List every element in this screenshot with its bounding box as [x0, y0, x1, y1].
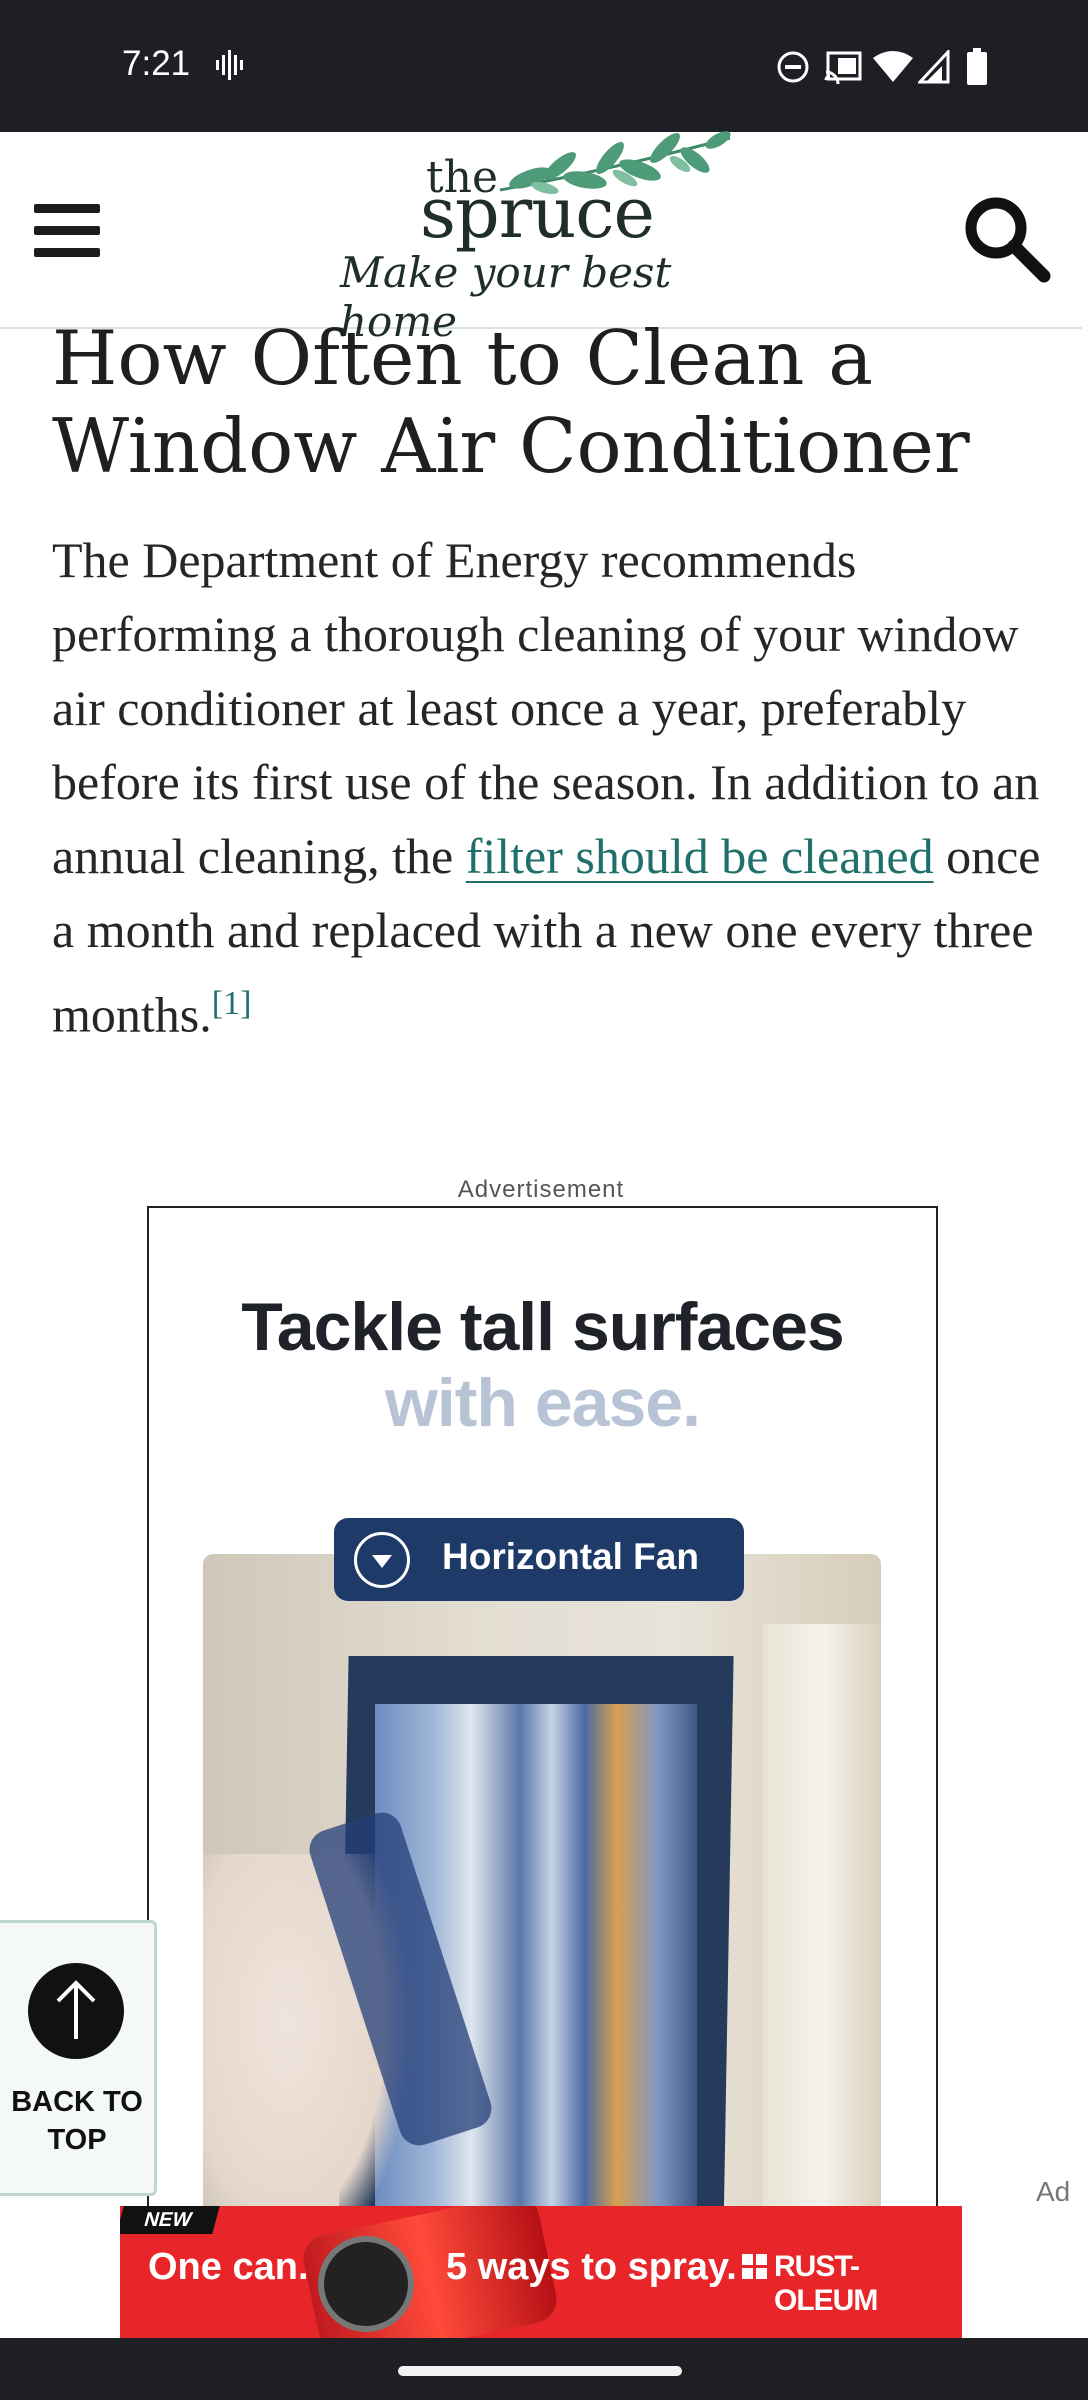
arrow-up-icon [28, 1963, 124, 2059]
ad-pill-label: Horizontal Fan [442, 1536, 699, 1577]
filter-cleaning-link[interactable]: filter should be cleaned [466, 828, 934, 884]
banner-new-badge: NEW [120, 2206, 220, 2234]
footnote-link[interactable]: [1] [212, 985, 252, 1022]
status-bar: 7:21 [0, 0, 1088, 132]
spray-nozzle-image [318, 2236, 414, 2332]
battery-icon [967, 48, 987, 85]
advertisement-frame[interactable]: Tackle tall surfaces with ease. Horizont… [147, 1206, 938, 2250]
ad-product-image [203, 1554, 881, 2248]
article-paragraph: The Department of Energy recommends perf… [52, 523, 1062, 1052]
status-time: 7:21 [122, 44, 191, 83]
voice-activity-icon [216, 50, 243, 80]
banner-brand-logo: RUST-OLEUM [774, 2250, 878, 2317]
brand-grid-icon [742, 2254, 772, 2282]
ad-choice-label[interactable]: Ad [1036, 2176, 1070, 2208]
back-to-top-label: BACK TO TOP [11, 2086, 143, 2156]
back-to-top-button[interactable]: BACK TO TOP [0, 1920, 157, 2196]
article-headline: How Often to Clean a Window Air Conditio… [52, 314, 970, 490]
sticky-banner-ad[interactable]: NEW One can. 5 ways to spray. RUST-OLEUM [120, 2206, 962, 2338]
system-navigation-bar [0, 2338, 1088, 2400]
do-not-disturb-icon [777, 51, 809, 83]
site-logo[interactable]: the spruce Make your best home [330, 131, 750, 346]
logo-spruce: spruce [420, 172, 655, 254]
ad-spray-mode-pill[interactable]: Horizontal Fan [334, 1518, 744, 1601]
search-icon[interactable] [960, 192, 1052, 284]
advertisement-label: Advertisement [457, 1176, 625, 1203]
hamburger-menu-icon[interactable] [34, 204, 100, 258]
site-header: the spruce Make your best home [0, 131, 1082, 346]
wifi-icon [873, 51, 913, 82]
ad-headline-line1: Tackle tall surfaces [241, 1289, 844, 1365]
banner-text-ways-to-spray: 5 ways to spray. [446, 2246, 737, 2288]
home-gesture-handle[interactable] [398, 2366, 682, 2376]
banner-text-one-can: One can. [148, 2246, 309, 2288]
cast-icon [824, 51, 862, 84]
ad-headline-line2: with ease. [384, 1365, 701, 1441]
cellular-signal-icon [918, 50, 950, 84]
chevron-down-icon [354, 1532, 410, 1588]
